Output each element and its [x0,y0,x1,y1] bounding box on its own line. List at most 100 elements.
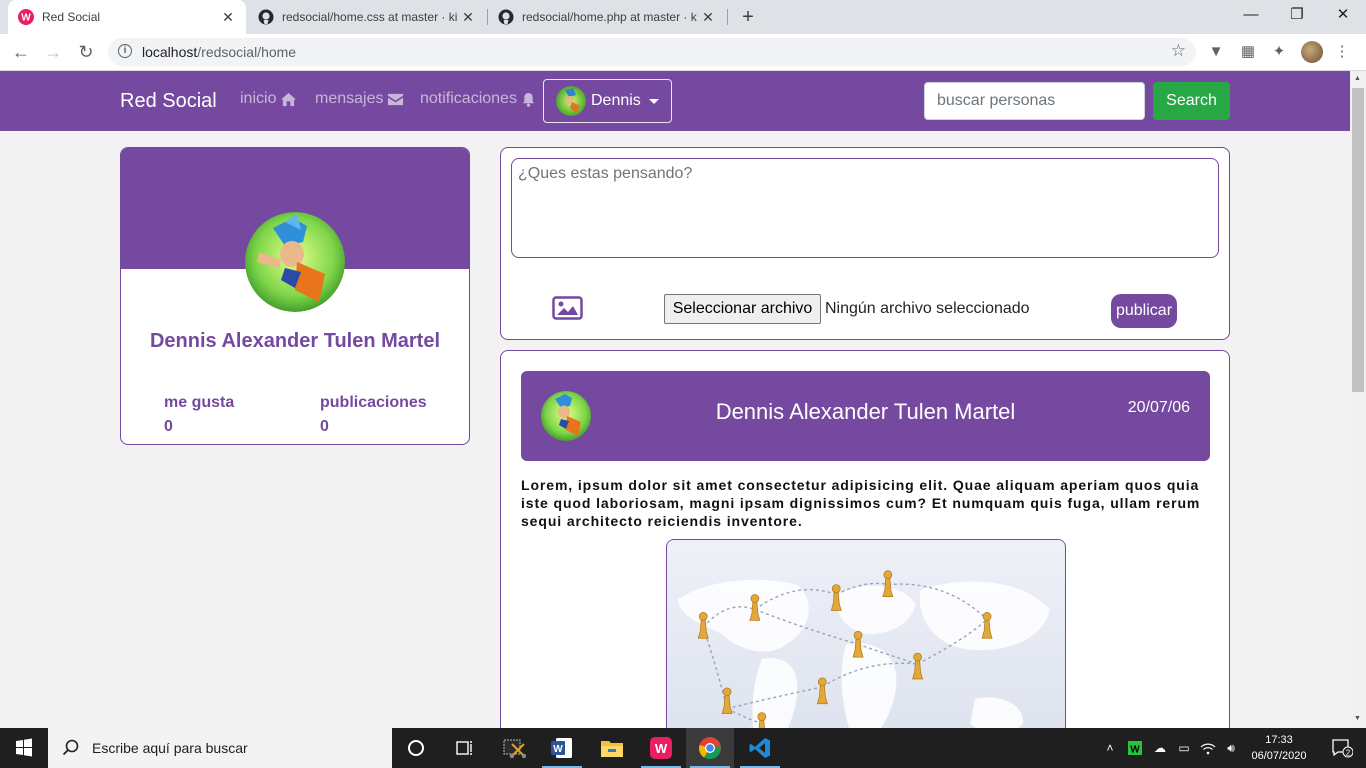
tray-battery-icon[interactable]: ▭ [1173,728,1195,768]
user-name: Dennis [591,92,641,109]
scrollbar-thumb[interactable] [1352,88,1364,392]
nav-notificaciones[interactable]: notificaciones [420,90,536,108]
forward-button[interactable]: → [40,39,66,65]
address-bar[interactable]: i localhost/redsocial/home ☆ [108,38,1196,66]
tab-close-icon[interactable]: ✕ [700,9,716,25]
svg-text:W: W [655,741,668,756]
profile-card: Dennis Alexander Tulen Martel me gusta 0… [120,147,470,445]
tray-wamp-status-icon[interactable]: W [1124,728,1146,768]
likes-value: 0 [164,418,173,435]
extensions-puzzle-icon[interactable]: ✦ [1269,42,1289,62]
wampserver-favicon-icon: W [18,9,34,25]
post-composer: Seleccionar archivo Ningún archivo selec… [500,147,1230,340]
tab-red-social[interactable]: W Red Social ✕ [8,0,246,34]
site-navbar: Red Social inicio mensajes notificacione… [0,71,1350,131]
posts-stat: publicaciones 0 [320,391,427,439]
tray-overflow-chevron-icon[interactable]: ˄ [1100,728,1120,768]
github-favicon-icon [258,9,274,25]
search-icon [62,739,79,756]
tab-separator [727,9,728,25]
file-status: Ningún archivo seleccionado [825,300,1030,317]
post-text-input[interactable] [511,158,1219,258]
svg-text:W: W [21,13,31,24]
reload-button[interactable]: ↻ [73,39,99,65]
nav-mensajes[interactable]: mensajes [315,90,404,108]
posts-value: 0 [320,418,329,435]
profile-avatar [245,212,345,312]
site-brand[interactable]: Red Social [120,90,217,113]
minimize-button[interactable]: — [1228,0,1274,30]
vscode-icon[interactable] [736,728,784,768]
chrome-profile-avatar[interactable] [1301,41,1323,63]
search-people-input[interactable] [924,82,1145,120]
cortana-icon[interactable] [392,728,440,768]
restore-button[interactable]: ❐ [1274,0,1320,30]
extension-vee-icon[interactable]: ▼ [1206,42,1226,62]
task-view-icon[interactable] [440,728,488,768]
tab-title: redsocial/home.css at master · ki [282,10,458,24]
nav-inicio[interactable]: inicio [240,90,297,108]
browser-toolbar: ← → ↻ i localhost/redsocial/home ☆ ▼ ▦ ✦… [0,34,1366,71]
snipping-tool-icon[interactable] [490,728,538,768]
extension-grid-icon[interactable]: ▦ [1238,42,1258,62]
windows-start-icon[interactable] [0,728,48,768]
post-header: Dennis Alexander Tulen Martel 20/07/06 [521,371,1210,461]
windows-taskbar: Escribe aquí para buscar W W ˄ W ☁ ▭ 🔊︎ … [0,728,1366,768]
site-info-icon[interactable]: i [118,44,132,58]
address-url[interactable]: localhost/redsocial/home [142,44,296,60]
tab-home-php[interactable]: redsocial/home.php at master · k ✕ [488,0,726,34]
svg-text:W: W [553,744,563,755]
chrome-icon[interactable] [686,728,734,768]
caret-down-icon [648,98,659,104]
browser-tabstrip: W Red Social ✕ redsocial/home.css at mas… [0,0,1366,34]
bookmark-star-icon[interactable]: ☆ [1171,41,1186,61]
notification-count: 2 [1346,749,1351,758]
tray-cloud-icon[interactable]: ☁ [1149,728,1171,768]
taskbar-search[interactable]: Escribe aquí para buscar [48,728,392,768]
taskbar-clock[interactable]: 17:33 06/07/2020 [1244,732,1314,764]
new-tab-button[interactable]: + [737,6,759,28]
image-icon[interactable] [552,295,583,321]
post-author-avatar [541,391,591,441]
chrome-menu-icon[interactable]: ⋮ [1332,42,1352,62]
close-window-button[interactable]: ✕ [1320,0,1366,30]
user-avatar [556,86,586,116]
page-scrollbar[interactable]: ▲ ▼ [1350,71,1366,728]
nav-inicio-label: inicio [240,90,277,107]
clock-time: 17:33 [1265,734,1293,746]
tab-close-icon[interactable]: ✕ [220,9,236,25]
nav-mensajes-label: mensajes [315,90,384,107]
tab-close-icon[interactable]: ✕ [460,9,476,25]
url-host: localhost [142,44,198,60]
taskbar-search-text: Escribe aquí para buscar [92,740,248,756]
post-image-world-network [666,539,1066,728]
likes-stat: me gusta 0 [164,391,234,439]
word-icon[interactable]: W [538,728,586,768]
likes-label: me gusta [164,394,235,411]
bell-icon [522,92,535,107]
scroll-up-arrow-icon[interactable]: ▲ [1354,75,1362,82]
svg-text:W: W [1130,745,1140,756]
publish-button[interactable]: publicar [1111,294,1177,328]
action-center-icon[interactable]: 2 [1318,728,1366,768]
wampserver-icon[interactable]: W [637,728,685,768]
posts-label: publicaciones [320,394,427,411]
choose-file-button[interactable]: Seleccionar archivo [664,294,821,324]
url-path: /redsocial/home [197,44,297,60]
envelope-icon [388,93,404,105]
tab-title: Red Social [42,10,101,24]
page-viewport: Red Social inicio mensajes notificacione… [0,71,1350,728]
clock-date: 06/07/2020 [1251,750,1307,762]
search-button[interactable]: Search [1153,82,1230,120]
tab-title: redsocial/home.php at master · k [522,10,697,24]
post-author: Dennis Alexander Tulen Martel [715,399,1016,424]
post-date: 20/07/06 [1127,399,1190,416]
tab-home-css[interactable]: redsocial/home.css at master · ki ✕ [248,0,486,34]
scroll-down-arrow-icon[interactable]: ▼ [1354,715,1362,722]
user-dropdown[interactable]: Dennis [543,79,672,123]
tray-wifi-icon[interactable] [1197,728,1219,768]
back-button[interactable]: ← [8,39,34,65]
tray-volume-icon[interactable]: 🔊︎ [1220,728,1242,768]
nav-notificaciones-label: notificaciones [420,90,517,107]
file-explorer-icon[interactable] [588,728,636,768]
